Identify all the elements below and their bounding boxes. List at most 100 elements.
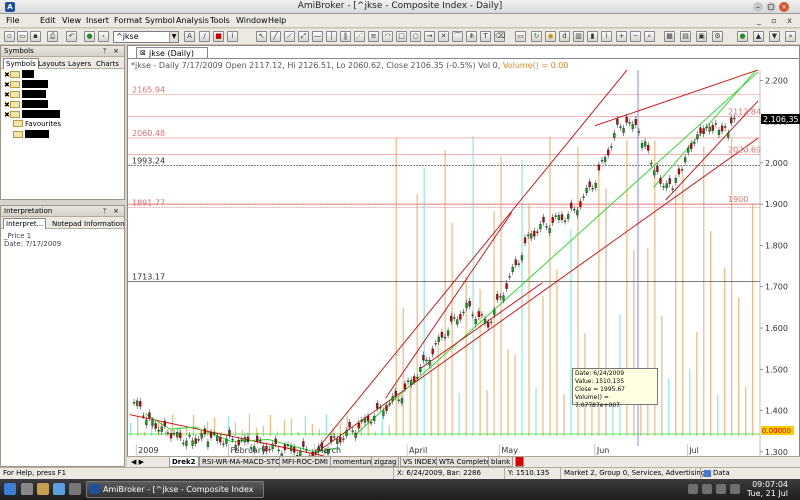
- refresh-icon[interactable]: ↻: [531, 31, 542, 42]
- start-menu-icon[interactable]: [4, 483, 16, 495]
- fibonacci-icon[interactable]: ≡: [368, 31, 379, 42]
- tab-interpretation[interactable]: Interpret...: [3, 218, 47, 229]
- symbol-combo-box[interactable]: ^jkse ▼: [113, 31, 179, 43]
- menu-window[interactable]: Window: [236, 16, 268, 25]
- tree-item-redacted-6[interactable]: [13, 130, 49, 139]
- rectangle-icon[interactable]: □: [396, 31, 407, 42]
- sheet-scroll-arrows[interactable]: ◀ ▶: [129, 457, 146, 467]
- menu-format[interactable]: Format: [114, 16, 142, 25]
- sheet-tab-mfi[interactable]: MFI-ROC-DMI: [279, 457, 331, 467]
- tab-layers[interactable]: Layers: [65, 58, 94, 69]
- sheet-tab-blank[interactable]: blank: [488, 457, 514, 467]
- sheet-tab-vs-index[interactable]: VS INDEX: [400, 457, 440, 467]
- menu-view[interactable]: View: [62, 16, 81, 25]
- sheet-tab-drek2[interactable]: Drek2: [169, 457, 199, 467]
- tree-item-redacted-2[interactable]: ✖: [4, 80, 48, 89]
- interval-icon[interactable]: ▦: [664, 31, 675, 42]
- menu-tools[interactable]: Tools: [210, 16, 230, 25]
- vertical-line-icon[interactable]: │: [326, 31, 337, 42]
- candlestick-icon[interactable]: ▮: [587, 31, 598, 42]
- delete-drawing-icon[interactable]: ⌫: [494, 31, 505, 42]
- color-icon[interactable]: ■: [213, 31, 224, 42]
- regression-icon[interactable]: ⋰: [354, 31, 365, 42]
- text-icon[interactable]: T: [480, 31, 491, 42]
- new-icon[interactable]: ▫: [4, 31, 15, 42]
- sheet-tab-momentum[interactable]: momentum: [330, 457, 377, 467]
- chevron-down-icon[interactable]: ▼: [169, 32, 178, 42]
- tree-item-redacted-1[interactable]: ✖: [4, 70, 34, 79]
- tab-charts[interactable]: Charts: [93, 58, 122, 69]
- link-icon[interactable]: ▭: [515, 31, 526, 42]
- more-icon[interactable]: »: [785, 31, 796, 42]
- realtime-icon[interactable]: ◉: [545, 31, 556, 42]
- tray-battery-icon[interactable]: [730, 484, 740, 494]
- brush-icon[interactable]: ⌇: [227, 31, 238, 42]
- tab-symbols[interactable]: Symbols: [3, 58, 39, 69]
- menu-insert[interactable]: Insert: [86, 16, 109, 25]
- browser-icon[interactable]: [53, 483, 65, 495]
- arc-icon[interactable]: ◠: [382, 31, 393, 42]
- zoom-out-icon[interactable]: −: [630, 31, 641, 42]
- menu-file[interactable]: File: [6, 16, 19, 25]
- tray-volume-icon[interactable]: [716, 484, 726, 494]
- tray-eject-icon[interactable]: [688, 484, 698, 494]
- tab-information[interactable]: Information: [81, 218, 128, 229]
- save-icon[interactable]: ▪: [30, 31, 41, 42]
- open-icon[interactable]: ▭: [17, 31, 28, 42]
- tree-item-favourites[interactable]: Favourites: [13, 120, 61, 129]
- sheet-tab-wta[interactable]: WTA Complete: [436, 457, 494, 467]
- tree-item-redacted-5[interactable]: ✖: [4, 110, 60, 119]
- ray-icon[interactable]: ⟋: [284, 31, 295, 42]
- panel-pin-close-icon[interactable]: ᛘ ×: [103, 46, 121, 57]
- ellipse-icon[interactable]: ○: [410, 31, 421, 42]
- run-icon[interactable]: ●: [737, 31, 748, 42]
- zoom-in-icon[interactable]: +: [616, 31, 627, 42]
- close-button[interactable]: ×: [779, 2, 789, 12]
- cycles-icon[interactable]: ⌒: [452, 31, 463, 42]
- menu-help[interactable]: Help: [268, 16, 286, 25]
- back-icon[interactable]: ‹: [98, 31, 109, 42]
- go-icon[interactable]: ●: [84, 31, 95, 42]
- terminal-icon[interactable]: [69, 483, 81, 495]
- arrow-icon[interactable]: →: [424, 31, 435, 42]
- extended-line-icon[interactable]: ⤢: [298, 31, 309, 42]
- pen-icon[interactable]: /: [199, 31, 210, 42]
- sheet-tab-zigzag[interactable]: zigzag: [371, 457, 400, 467]
- tab-layouts[interactable]: Layouts: [35, 58, 68, 69]
- layout-icon[interactable]: ▤: [680, 31, 691, 42]
- price-chart[interactable]: 2165.94 2112.84 2060.48 2020.69 1993.24 1900 1…: [128, 70, 800, 456]
- menu-edit[interactable]: Edit: [40, 16, 56, 25]
- down-icon[interactable]: ▼: [769, 31, 780, 42]
- trendline-icon[interactable]: ╱: [270, 31, 281, 42]
- tree-item-redacted-4[interactable]: ✖: [4, 100, 48, 109]
- print-icon[interactable]: ⎙: [47, 31, 58, 42]
- maximize-button[interactable]: □: [766, 2, 776, 12]
- settings-icon[interactable]: ⚙: [712, 31, 723, 42]
- file-manager-icon[interactable]: [37, 483, 49, 495]
- line-chart-icon[interactable]: ⌇: [601, 31, 612, 42]
- parallel-channel-icon[interactable]: ‖: [340, 31, 351, 42]
- tree-item-redacted-3[interactable]: ✖: [4, 90, 46, 99]
- sheet-color-icon[interactable]: [515, 457, 524, 467]
- panel-pin-close-icon[interactable]: ᛘ ×: [103, 206, 121, 217]
- undo-icon[interactable]: ↶: [66, 31, 77, 42]
- desktop-icon[interactable]: [21, 483, 33, 495]
- up-icon[interactable]: ▲: [753, 31, 764, 42]
- bar-chart-icon[interactable]: ▥: [573, 31, 584, 42]
- grid-icon[interactable]: ▣: [696, 31, 707, 42]
- sheet-tab-rsi[interactable]: RSI-WR-MA-MACD-STO: [199, 457, 284, 467]
- tray-network-icon[interactable]: [702, 484, 712, 494]
- minimize-button[interactable]: –: [753, 2, 763, 12]
- horizontal-line-icon[interactable]: ―: [312, 31, 323, 42]
- draw-mode-icon[interactable]: d: [559, 31, 570, 42]
- mdi-window-controls[interactable]: _ ▫ x: [757, 16, 796, 25]
- fan-icon[interactable]: ⋔: [466, 31, 477, 42]
- select-arrow-icon[interactable]: ↖: [256, 31, 267, 42]
- menu-symbol[interactable]: Symbol: [145, 16, 175, 25]
- font-icon[interactable]: A: [184, 31, 195, 42]
- taskbar-amibroker-button[interactable]: AmiBroker - [^jkse - Composite Index: [86, 481, 264, 498]
- gann-icon[interactable]: ✕: [438, 31, 449, 42]
- menu-analysis[interactable]: Analysis: [176, 16, 209, 25]
- zoom-fit-icon[interactable]: ⌕: [644, 31, 655, 42]
- tab-notepad[interactable]: Notepad: [49, 218, 85, 229]
